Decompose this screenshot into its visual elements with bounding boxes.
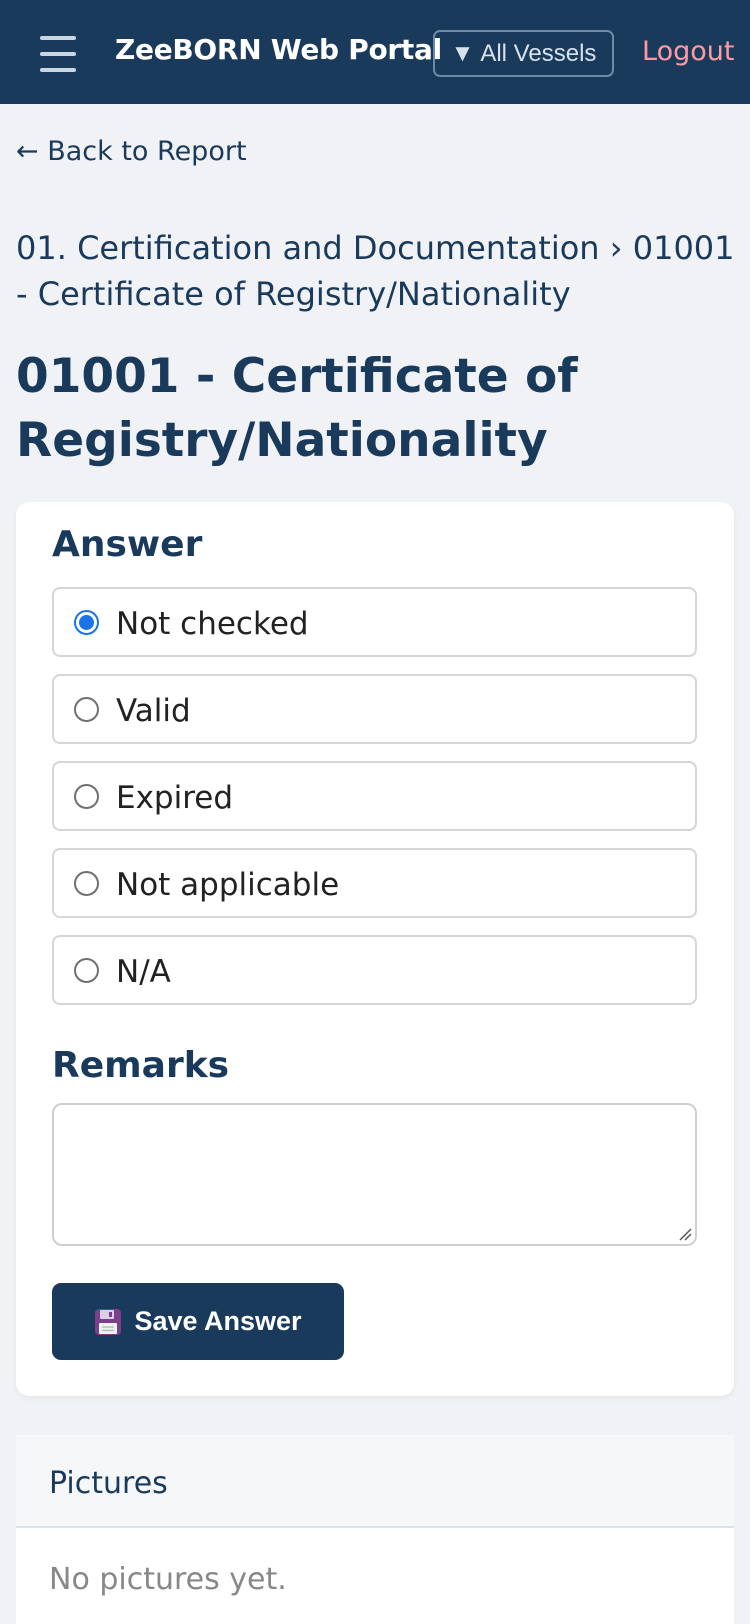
page-title: 01001 - Certificate of Registry/National…: [16, 349, 578, 468]
pictures-header: Pictures: [16, 1435, 734, 1528]
save-answer-button[interactable]: Save Answer: [52, 1283, 344, 1360]
back-to-report-link[interactable]: ← Back to Report: [16, 136, 247, 167]
answer-option-label: Not checked: [116, 606, 309, 642]
answer-option-expired[interactable]: Expired: [52, 761, 697, 831]
answer-option-na[interactable]: N/A: [52, 935, 697, 1005]
radio-unselected-icon[interactable]: [74, 871, 99, 896]
vessel-selector-label: All Vessels: [480, 39, 597, 67]
pictures-empty-text: No pictures yet.: [49, 1562, 287, 1597]
answer-option-label: Not applicable: [116, 867, 340, 903]
answer-card: Answer Not checked Valid Expired Not app…: [16, 502, 734, 1396]
pictures-card: Pictures No pictures yet.: [16, 1435, 734, 1624]
radio-unselected-icon[interactable]: [74, 697, 99, 722]
vessel-selector-button[interactable]: ▼ All Vessels: [433, 30, 614, 77]
brand-title: ZeeBORN Web Portal: [115, 33, 442, 66]
triangle-down-icon: ▼: [450, 39, 475, 67]
answer-option-not-checked[interactable]: Not checked: [52, 587, 697, 657]
resize-grip-icon[interactable]: [678, 1227, 692, 1241]
radio-unselected-icon[interactable]: [74, 958, 99, 983]
remarks-label: Remarks: [52, 1045, 230, 1086]
radio-selected-icon[interactable]: [74, 610, 99, 635]
save-answer-label: Save Answer: [134, 1306, 302, 1336]
pictures-title: Pictures: [49, 1466, 168, 1501]
top-navbar: ZeeBORN Web Portal ▼ All Vessels Logout: [0, 0, 750, 104]
hamburger-menu-icon[interactable]: [40, 36, 76, 72]
answer-option-label: N/A: [116, 954, 171, 990]
logout-link[interactable]: Logout: [642, 36, 734, 67]
breadcrumb: 01. Certification and Documentation › 01…: [16, 229, 735, 313]
remarks-textarea[interactable]: [52, 1103, 697, 1246]
answer-label: Answer: [52, 524, 203, 565]
answer-option-label: Expired: [116, 780, 234, 816]
answer-option-valid[interactable]: Valid: [52, 674, 697, 744]
answer-option-not-applicable[interactable]: Not applicable: [52, 848, 697, 918]
answer-option-label: Valid: [116, 693, 191, 729]
floppy-disk-icon: [95, 1308, 122, 1335]
radio-unselected-icon[interactable]: [74, 784, 99, 809]
